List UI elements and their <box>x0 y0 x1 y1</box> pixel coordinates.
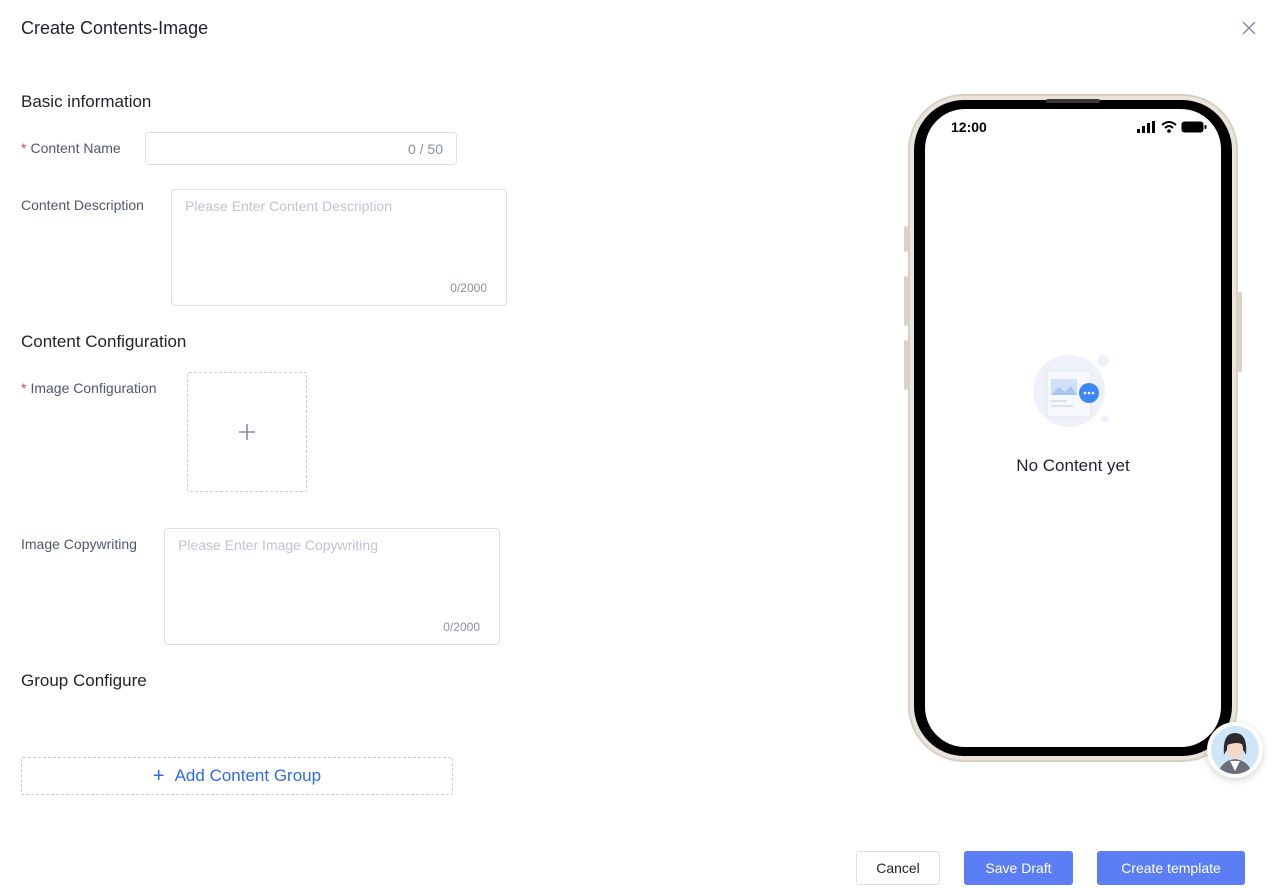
signal-icon <box>1137 121 1155 133</box>
image-config-label: * Image Configuration <box>21 380 157 396</box>
required-mark: * <box>21 140 27 156</box>
image-copywriting-textarea[interactable]: Please Enter Image Copywriting 0/2000 <box>164 528 500 645</box>
content-description-textarea[interactable]: Please Enter Content Description 0/2000 <box>171 189 507 306</box>
content-description-label: Content Description <box>21 197 144 213</box>
content-name-input[interactable]: 0 / 50 <box>145 132 457 165</box>
plus-icon: + <box>152 765 165 787</box>
group-config-heading: Group Configure <box>21 671 147 690</box>
add-content-group-label: Add Content Group <box>174 766 322 785</box>
image-copywriting-label: Image Copywriting <box>21 536 137 552</box>
content-description-counter: 0/2000 <box>450 281 487 295</box>
empty-content-illustration <box>1033 355 1109 427</box>
content-description-placeholder: Please Enter Content Description <box>185 198 392 214</box>
assistant-avatar-icon <box>1211 726 1259 774</box>
close-icon[interactable] <box>1238 17 1260 39</box>
add-content-group-button[interactable]: + Add Content Group <box>21 757 453 795</box>
wifi-icon <box>1161 121 1177 133</box>
dialog-title: Create Contents-Image <box>21 18 209 38</box>
basic-info-heading: Basic information <box>21 92 152 111</box>
phone-side-button <box>1238 292 1242 372</box>
phone-speaker <box>1046 99 1100 103</box>
cancel-button[interactable]: Cancel <box>856 851 940 885</box>
required-mark: * <box>21 380 27 396</box>
phone-preview-screen: 12:00 No Content yet <box>925 109 1221 747</box>
status-time: 12:00 <box>951 119 987 135</box>
image-copywriting-placeholder: Please Enter Image Copywriting <box>178 537 378 553</box>
image-upload-button[interactable] <box>187 372 307 492</box>
battery-icon <box>1181 121 1207 133</box>
create-template-button[interactable]: Create template <box>1097 851 1245 885</box>
content-name-label-text: Content Name <box>30 140 121 156</box>
status-icons <box>1137 121 1207 133</box>
content-name-counter: 0 / 50 <box>407 141 443 157</box>
empty-content-text: No Content yet <box>1016 456 1130 475</box>
image-copywriting-counter: 0/2000 <box>443 620 480 634</box>
content-name-label: * Content Name <box>21 140 121 156</box>
save-draft-button[interactable]: Save Draft <box>964 851 1073 885</box>
image-config-label-text: Image Configuration <box>30 380 157 396</box>
assistant-avatar[interactable] <box>1207 722 1263 778</box>
content-config-heading: Content Configuration <box>21 332 187 351</box>
plus-icon <box>239 424 255 440</box>
